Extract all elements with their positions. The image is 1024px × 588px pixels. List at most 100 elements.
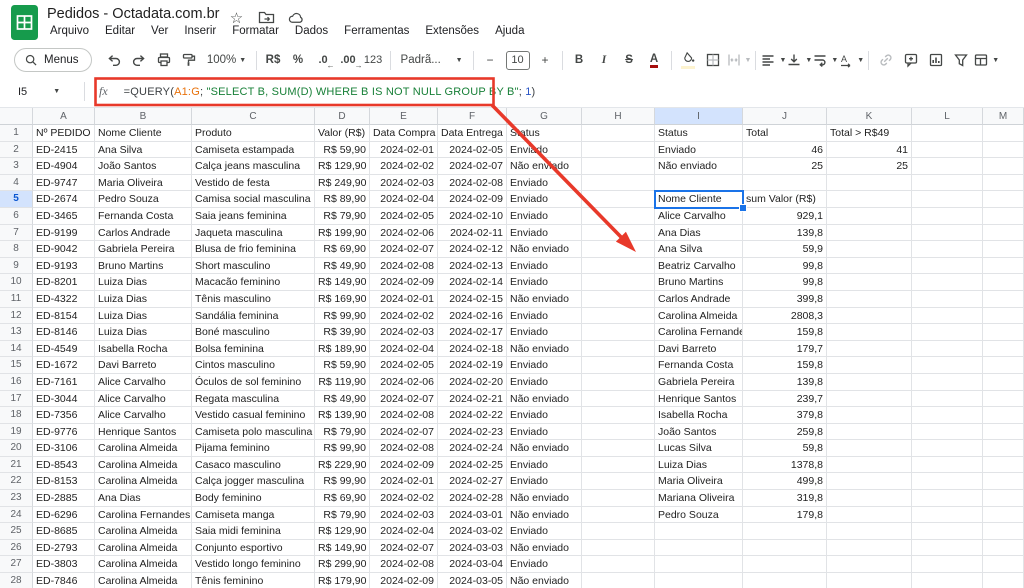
cell-F10[interactable]: 2024-02-14: [438, 274, 507, 291]
cell-G22[interactable]: Enviado: [507, 473, 582, 490]
cell-A16[interactable]: ED-7161: [33, 374, 95, 391]
cell-E17[interactable]: 2024-02-07: [370, 391, 438, 408]
cell-G12[interactable]: Enviado: [507, 308, 582, 325]
row-header-11[interactable]: 11: [0, 291, 33, 308]
document-title[interactable]: Pedidos - Octadata.com.br: [47, 6, 219, 22]
cell-K19[interactable]: [827, 424, 912, 441]
cell-E1[interactable]: Data Compra: [370, 125, 438, 142]
cell-C14[interactable]: Bolsa feminina: [192, 341, 315, 358]
menu-extensões[interactable]: Extensões: [419, 22, 485, 40]
cell-J6[interactable]: 929,1: [743, 208, 827, 225]
col-header-F[interactable]: F: [438, 108, 507, 125]
cell-E4[interactable]: 2024-02-03: [370, 175, 438, 192]
cell-F17[interactable]: 2024-02-21: [438, 391, 507, 408]
cell-H23[interactable]: [582, 490, 655, 507]
cell-G10[interactable]: Enviado: [507, 274, 582, 291]
cell-I13[interactable]: Carolina Fernandes: [655, 324, 743, 341]
cell-J26[interactable]: [743, 540, 827, 557]
cell-F8[interactable]: 2024-02-12: [438, 241, 507, 258]
cell-E23[interactable]: 2024-02-02: [370, 490, 438, 507]
cell-M28[interactable]: [983, 573, 1024, 588]
cell-L1[interactable]: [912, 125, 983, 142]
cell-H13[interactable]: [582, 324, 655, 341]
cell-F9[interactable]: 2024-02-13: [438, 258, 507, 275]
cell-G24[interactable]: Não enviado: [507, 507, 582, 524]
zoom-select[interactable]: 100% ▼: [202, 48, 252, 72]
cell-A11[interactable]: ED-4322: [33, 291, 95, 308]
cell-J12[interactable]: 2808,3: [743, 308, 827, 325]
cell-G2[interactable]: Enviado: [507, 142, 582, 159]
text-wrap-button[interactable]: ▼: [812, 48, 838, 72]
cell-C2[interactable]: Camiseta estampada: [192, 142, 315, 159]
name-box[interactable]: I5 ▼: [0, 86, 80, 98]
font-size-input[interactable]: 10: [506, 51, 530, 70]
col-header-G[interactable]: G: [507, 108, 582, 125]
cell-C27[interactable]: Vestido longo feminino: [192, 556, 315, 573]
cell-G6[interactable]: Enviado: [507, 208, 582, 225]
cell-K17[interactable]: [827, 391, 912, 408]
cell-D24[interactable]: R$ 79,90: [315, 507, 370, 524]
cell-I6[interactable]: Alice Carvalho: [655, 208, 743, 225]
cell-B4[interactable]: Maria Oliveira: [95, 175, 192, 192]
cell-B5[interactable]: Pedro Souza: [95, 191, 192, 208]
cell-K1[interactable]: Total > R$49: [827, 125, 912, 142]
cell-L27[interactable]: [912, 556, 983, 573]
cell-L10[interactable]: [912, 274, 983, 291]
cell-F18[interactable]: 2024-02-22: [438, 407, 507, 424]
cell-C18[interactable]: Vestido casual feminino: [192, 407, 315, 424]
italic-button[interactable]: I: [592, 48, 617, 72]
cell-K5[interactable]: [827, 191, 912, 208]
cell-C16[interactable]: Óculos de sol feminino: [192, 374, 315, 391]
cell-M27[interactable]: [983, 556, 1024, 573]
cell-D28[interactable]: R$ 179,90: [315, 573, 370, 588]
cell-B20[interactable]: Carolina Almeida: [95, 440, 192, 457]
decrease-font-size-button[interactable]: −: [478, 48, 503, 72]
cell-E2[interactable]: 2024-02-01: [370, 142, 438, 159]
cell-G13[interactable]: Enviado: [507, 324, 582, 341]
cell-K24[interactable]: [827, 507, 912, 524]
cell-M3[interactable]: [983, 158, 1024, 175]
cell-C12[interactable]: Sandália feminina: [192, 308, 315, 325]
cell-M14[interactable]: [983, 341, 1024, 358]
cell-F1[interactable]: Data Entrega: [438, 125, 507, 142]
cell-B21[interactable]: Carolina Almeida: [95, 457, 192, 474]
cell-C17[interactable]: Regata masculina: [192, 391, 315, 408]
cell-D14[interactable]: R$ 189,90: [315, 341, 370, 358]
cell-F24[interactable]: 2024-03-01: [438, 507, 507, 524]
cell-A17[interactable]: ED-3044: [33, 391, 95, 408]
cell-D18[interactable]: R$ 139,90: [315, 407, 370, 424]
cell-D25[interactable]: R$ 129,90: [315, 523, 370, 540]
cell-B7[interactable]: Carlos Andrade: [95, 225, 192, 242]
cell-A8[interactable]: ED-9042: [33, 241, 95, 258]
cell-M23[interactable]: [983, 490, 1024, 507]
row-header-10[interactable]: 10: [0, 274, 33, 291]
row-header-28[interactable]: 28: [0, 573, 33, 588]
row-header-9[interactable]: 9: [0, 258, 33, 275]
cell-D23[interactable]: R$ 69,90: [315, 490, 370, 507]
cell-I10[interactable]: Bruno Martins: [655, 274, 743, 291]
cell-K27[interactable]: [827, 556, 912, 573]
cell-B15[interactable]: Davi Barreto: [95, 357, 192, 374]
cell-C24[interactable]: Camiseta manga: [192, 507, 315, 524]
cell-M13[interactable]: [983, 324, 1024, 341]
cell-C13[interactable]: Boné masculino: [192, 324, 315, 341]
cell-G8[interactable]: Não enviado: [507, 241, 582, 258]
cell-H12[interactable]: [582, 308, 655, 325]
cell-B12[interactable]: Luiza Dias: [95, 308, 192, 325]
row-header-21[interactable]: 21: [0, 457, 33, 474]
cell-A19[interactable]: ED-9776: [33, 424, 95, 441]
cell-B13[interactable]: Luiza Dias: [95, 324, 192, 341]
cell-E20[interactable]: 2024-02-08: [370, 440, 438, 457]
row-header-13[interactable]: 13: [0, 324, 33, 341]
cell-F26[interactable]: 2024-03-03: [438, 540, 507, 557]
cell-A28[interactable]: ED-7846: [33, 573, 95, 588]
cell-K13[interactable]: [827, 324, 912, 341]
cell-L25[interactable]: [912, 523, 983, 540]
cell-C3[interactable]: Calça jeans masculina: [192, 158, 315, 175]
cell-C8[interactable]: Blusa de frio feminina: [192, 241, 315, 258]
row-header-23[interactable]: 23: [0, 490, 33, 507]
cell-A18[interactable]: ED-7356: [33, 407, 95, 424]
undo-button[interactable]: [102, 48, 127, 72]
bold-button[interactable]: B: [567, 48, 592, 72]
cell-A10[interactable]: ED-8201: [33, 274, 95, 291]
